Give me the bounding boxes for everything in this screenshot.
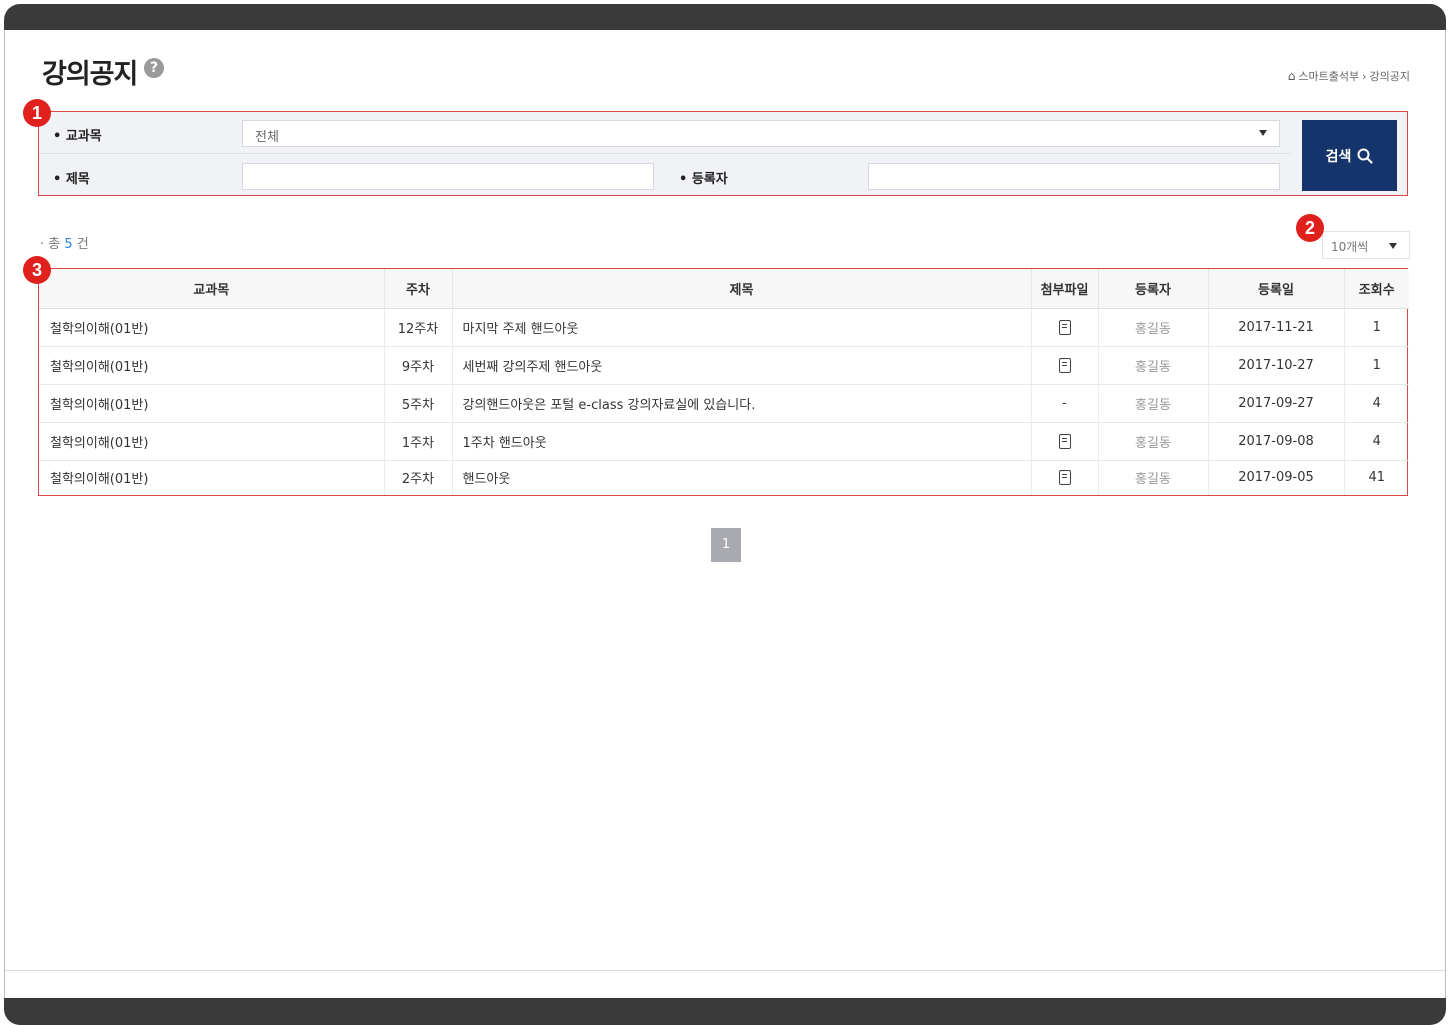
cell-attachment [1030, 460, 1098, 495]
cell-course: 철학의이해(01반) [50, 472, 149, 488]
breadcrumb-item-notice: 강의공지 [1369, 70, 1410, 83]
cell-title-link[interactable]: 1주차 핸드아웃 [451, 422, 1031, 461]
cell-views: 41 [1343, 460, 1409, 495]
course-select[interactable]: 전체 [242, 120, 1280, 147]
file-icon[interactable] [1058, 470, 1071, 486]
help-icon[interactable]: ? [144, 58, 164, 78]
window-top-bar [4, 4, 1446, 30]
col-header-date[interactable]: 등록일 [1207, 269, 1344, 309]
title-label: • 제목 [53, 172, 90, 187]
chevron-down-icon [1389, 243, 1397, 249]
table-row[interactable]: 철학의이해(01반) 12주차 마지막 주제 핸드아웃 홍길동 2017-11-… [39, 308, 1409, 347]
cell-author: 홍길동 [1097, 308, 1208, 347]
page-size-select[interactable]: 10개씩 [1322, 231, 1410, 259]
cell-views: 1 [1343, 308, 1409, 347]
breadcrumb-item-attendance[interactable]: 스마트출석부 [1298, 68, 1359, 84]
search-panel: • 교과목 전체 • 제목 • 등록자 검색 [38, 111, 1408, 196]
cell-title-link[interactable]: 핸드아웃 [451, 460, 1031, 495]
cell-course: 철학의이해(01반) [39, 346, 384, 385]
cell-author: 홍길동 [1097, 384, 1208, 423]
notice-table: 교과목 주차 제목 첨부파일 등록자 등록일 조회수 철학의이해(01반) 12… [39, 269, 1409, 495]
cell-author: 홍길동 [1097, 422, 1208, 461]
cell-views: 1 [1343, 346, 1409, 385]
window-left-border [4, 30, 5, 998]
pagination-page-1[interactable]: 1 [711, 528, 741, 562]
cell-views: 4 [1343, 422, 1409, 461]
table-row[interactable]: 철학의이해(01반) 9주차 세번째 강의주제 핸드아웃 홍길동 2017-10… [39, 346, 1409, 385]
search-row-course: • 교과목 전체 [39, 112, 1291, 154]
author-label: • 등록자 [679, 172, 728, 187]
annotation-marker-3: 3 [23, 256, 51, 284]
col-header-week[interactable]: 주차 [383, 269, 452, 309]
cell-date: 2017-09-27 [1207, 384, 1344, 423]
cell-week: 2주차 [383, 460, 452, 495]
cell-title-link[interactable]: 세번째 강의주제 핸드아웃 [451, 346, 1031, 385]
footer-divider [5, 970, 1445, 971]
cell-week: 9주차 [383, 346, 452, 385]
file-icon[interactable] [1058, 319, 1071, 335]
cell-course: 철학의이해(01반) [39, 308, 384, 347]
search-icon [1357, 148, 1373, 164]
cell-date: 2017-11-21 [1207, 308, 1344, 347]
cell-date: 2017-10-27 [1207, 346, 1344, 385]
cell-attachment [1030, 346, 1098, 385]
table-row[interactable]: 철학의이해(01반) 1주차 1주차 핸드아웃 홍길동 2017-09-08 4 [39, 422, 1409, 461]
cell-attachment: - [1030, 384, 1098, 423]
cell-course: 철학의이해(01반) [39, 422, 384, 461]
search-button-label: 검색 [1325, 147, 1352, 164]
cell-course: 철학의이해(01반) [39, 384, 384, 423]
author-input[interactable] [868, 163, 1280, 190]
annotation-marker-1: 1 [23, 99, 51, 127]
window-bottom-bar [4, 998, 1446, 1025]
cell-date: 2017-09-05 [1207, 460, 1344, 495]
page-size-value: 10개씩 [1331, 240, 1369, 254]
cell-views: 4 [1343, 384, 1409, 423]
col-header-title[interactable]: 제목 [451, 269, 1031, 309]
cell-author: 홍길동 [1097, 346, 1208, 385]
breadcrumb: ⌂ 스마트출석부 › 강의공지 [1288, 68, 1410, 84]
course-label: • 교과목 [53, 129, 102, 144]
col-header-author[interactable]: 등록자 [1097, 269, 1208, 309]
window-right-border [1445, 30, 1446, 998]
total-count: · 총 5 건 [40, 233, 89, 252]
page-title: 강의공지 [42, 59, 138, 90]
cell-date: 2017-09-08 [1207, 422, 1344, 461]
file-icon[interactable] [1058, 357, 1071, 373]
total-prefix: · 총 [40, 237, 61, 252]
table-header-row: 교과목 주차 제목 첨부파일 등록자 등록일 조회수 [39, 269, 1409, 309]
cell-attachment [1030, 422, 1098, 461]
course-select-value: 전체 [255, 130, 279, 145]
title-input[interactable] [242, 163, 654, 190]
search-row-title: • 제목 • 등록자 [39, 154, 1291, 196]
annotation-marker-2: 2 [1296, 214, 1324, 242]
search-button[interactable]: 검색 [1302, 120, 1397, 191]
file-icon[interactable] [1058, 433, 1071, 449]
table-row[interactable]: 철학의이해(01반) 5주차 강의핸드아웃은 포털 e-class 강의자료실에… [39, 384, 1409, 423]
chevron-down-icon [1259, 130, 1267, 136]
table-row[interactable]: 철학의이해(01반) 2주차 핸드아웃 홍길동 2017-09-05 41 [39, 460, 1409, 495]
cell-author: 홍길동 [1097, 460, 1208, 495]
col-header-views[interactable]: 조회수 [1343, 269, 1409, 309]
cell-week: 12주차 [383, 308, 452, 347]
col-header-course[interactable]: 교과목 [39, 269, 384, 309]
total-number: 5 [64, 237, 73, 252]
cell-week: 5주차 [383, 384, 452, 423]
cell-week: 1주차 [383, 422, 452, 461]
total-suffix: 건 [76, 237, 89, 252]
cell-title-link[interactable]: 마지막 주제 핸드아웃 [451, 308, 1031, 347]
home-icon[interactable]: ⌂ [1288, 69, 1296, 83]
cell-title-link[interactable]: 강의핸드아웃은 포털 e-class 강의자료실에 있습니다. [451, 384, 1031, 423]
notice-table-container: 교과목 주차 제목 첨부파일 등록자 등록일 조회수 철학의이해(01반) 12… [38, 268, 1409, 496]
breadcrumb-separator: › [1362, 69, 1367, 83]
cell-attachment [1030, 308, 1098, 347]
col-header-attachment[interactable]: 첨부파일 [1030, 269, 1098, 309]
